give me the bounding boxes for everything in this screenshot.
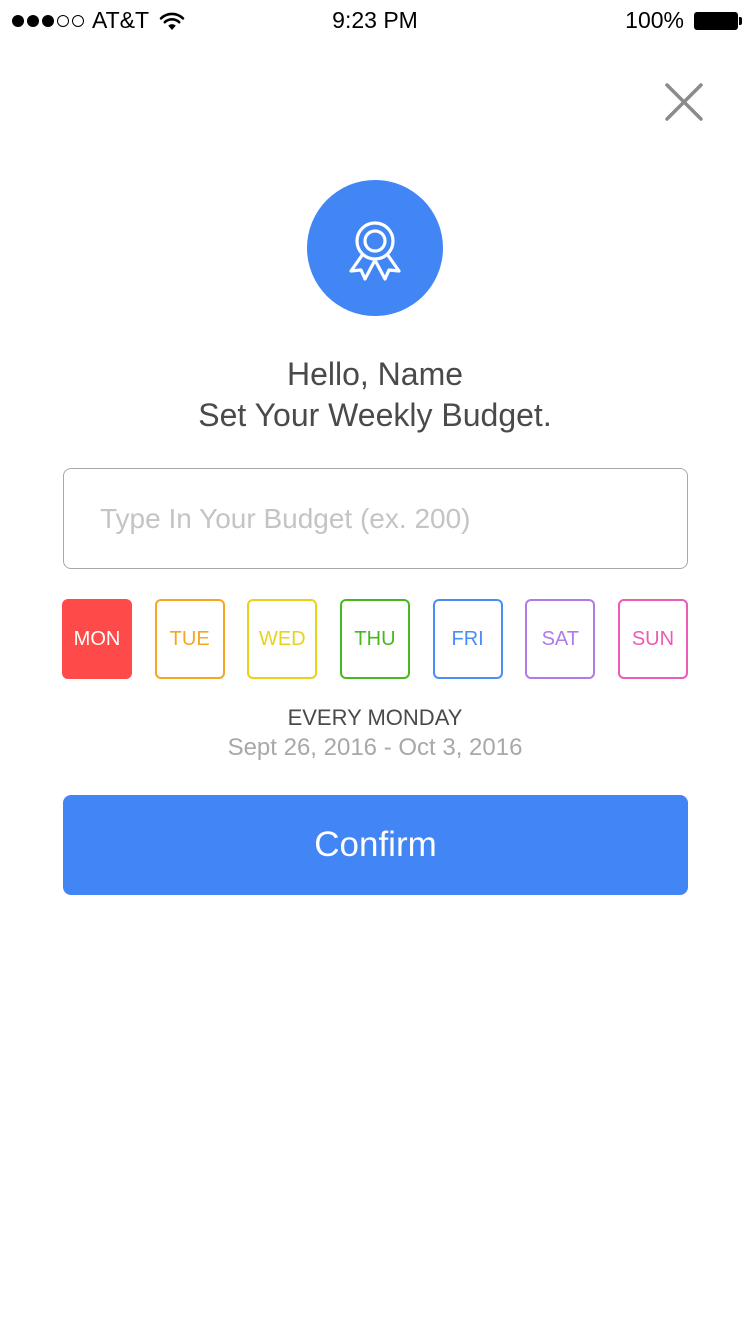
greeting-name: Hello, Name: [286, 356, 464, 392]
day-wed-button[interactable]: WED: [247, 599, 318, 679]
schedule-title: EVERY MONDAY: [287, 705, 463, 730]
day-sat-button[interactable]: SAT: [525, 599, 596, 679]
day-sun-button[interactable]: SUN: [617, 599, 688, 679]
close-button[interactable]: [662, 80, 706, 124]
day-label: THU: [354, 627, 396, 650]
day-mon-button[interactable]: MON: [62, 599, 132, 679]
close-icon: [665, 83, 703, 121]
status-bar: AT&T 9:23 PM 100%: [0, 0, 750, 40]
award-ribbon-icon: [349, 221, 401, 281]
budget-input[interactable]: [63, 468, 688, 569]
day-thu-button[interactable]: THU: [339, 599, 410, 679]
day-label: SAT: [541, 627, 579, 650]
schedule-date-range: Sept 26, 2016 - Oct 3, 2016: [227, 734, 523, 761]
battery-icon: [694, 11, 742, 30]
badge-circle: [307, 180, 443, 316]
day-label: TUE: [169, 627, 210, 650]
greeting: Hello, Name Set Your Weekly Budget.: [0, 354, 750, 436]
day-label: FRI: [451, 627, 484, 650]
greeting-subtitle: Set Your Weekly Budget.: [198, 397, 552, 433]
day-selector: MON TUE WED THU FRI SAT SUN: [62, 599, 688, 679]
day-label: WED: [258, 627, 306, 650]
day-label: MON: [73, 627, 121, 650]
battery-percentage: 100%: [625, 7, 684, 33]
status-right: 100%: [625, 7, 742, 34]
day-tue-button[interactable]: TUE: [154, 599, 225, 679]
day-fri-button[interactable]: FRI: [432, 599, 503, 679]
day-label: SUN: [631, 627, 675, 650]
confirm-button[interactable]: Confirm: [63, 795, 688, 895]
budget-setup-screen: AT&T 9:23 PM 100% Hello, Name Set Your W…: [0, 0, 750, 1334]
